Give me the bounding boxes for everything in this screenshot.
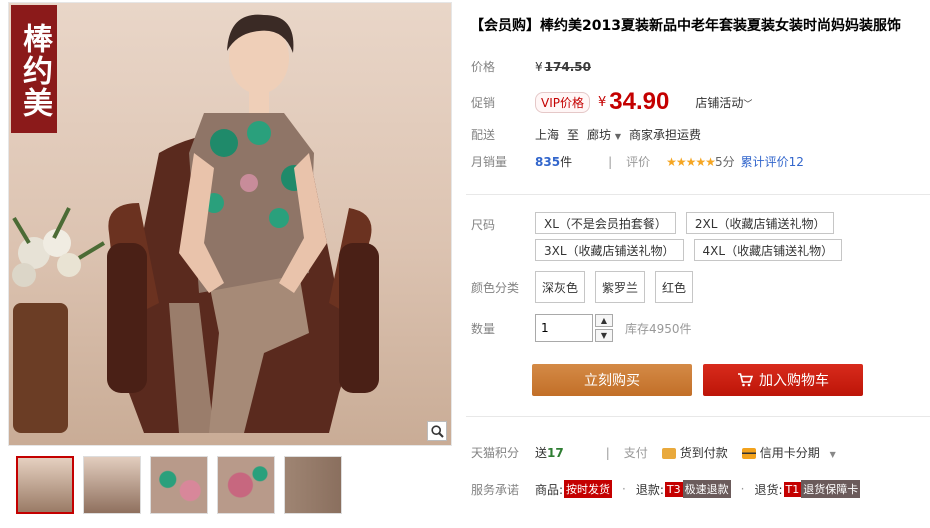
magnifier-icon <box>430 424 444 438</box>
quantity-input[interactable] <box>535 314 593 342</box>
ship-from: 上海 <box>535 128 560 142</box>
caret-down-icon: ▼ <box>614 132 622 141</box>
chevron-down-icon: ﹀ <box>743 99 753 110</box>
original-price: 174.50 <box>544 59 591 74</box>
installment-label: 信用卡分期 <box>759 446 820 460</box>
points-label: 天猫积分 <box>471 446 520 460</box>
store-activity-dropdown[interactable]: 店铺活动﹀ <box>695 94 752 111</box>
service-sep: · <box>622 482 626 496</box>
shipping-row: 配送 上海 至 廊坊 ▼ 商家承担运费 <box>471 126 701 143</box>
color-option-violet[interactable]: 紫罗兰 <box>595 271 646 303</box>
service-return-prefix: 退货: <box>754 482 783 497</box>
size-row: 尺码 XL（不是会员拍套餐） 2XL（收藏店铺送礼物） 3XL（收藏店铺送礼物）… <box>471 212 852 261</box>
promo-currency: ¥ <box>598 94 607 110</box>
thumbnail-1[interactable] <box>16 456 74 514</box>
quantity-down-button[interactable]: ▼ <box>595 329 613 342</box>
promo-label: 促销 <box>471 95 496 110</box>
rating-score: 5分 <box>714 155 735 169</box>
promo-price: 34.90 <box>609 88 670 115</box>
monthly-sales-label: 月销量 <box>471 155 508 169</box>
points-value: 17 <box>547 445 564 460</box>
size-option-2xl[interactable]: 2XL（收藏店铺送礼物） <box>685 212 835 234</box>
fast-refund-badge[interactable]: 极速退款 <box>682 480 731 498</box>
rating-separator: | <box>608 154 613 169</box>
return-guarantee-badge[interactable]: 退货保障卡 <box>801 480 861 498</box>
points-prefix: 送 <box>535 446 548 460</box>
shipping-fee: 商家承担运费 <box>629 128 702 142</box>
color-row: 颜色分类 深灰色 紫罗兰 红色 <box>471 271 703 303</box>
quantity-up-button[interactable]: ▲ <box>595 314 613 327</box>
color-option-red[interactable]: 红色 <box>655 271 694 303</box>
ship-to-word: 至 <box>567 128 580 142</box>
ship-to-select[interactable]: 廊坊 ▼ <box>587 126 621 143</box>
service-label: 服务承诺 <box>471 482 520 497</box>
original-price-row: 价格 ¥ 174.50 <box>471 58 591 75</box>
monthly-sales-unit: 件 <box>560 155 573 169</box>
price-currency: ¥ <box>535 59 543 74</box>
divider <box>466 416 930 417</box>
quantity-row: 数量 ▲ ▼ 库存4950件 <box>471 314 692 342</box>
rating-label: 评价 <box>626 155 651 169</box>
price-label: 价格 <box>471 60 496 74</box>
return-code-badge: T1 <box>783 481 802 497</box>
main-product-image[interactable]: 棒约美 <box>8 2 452 446</box>
thumbnail-2[interactable] <box>83 456 141 514</box>
add-to-cart-button[interactable]: 加入购物车 <box>703 364 863 396</box>
buy-now-label: 立刻购买 <box>584 373 640 389</box>
payment-separator: | <box>605 445 610 460</box>
cod-label: 货到付款 <box>679 446 728 460</box>
thumbnail-strip <box>16 456 342 516</box>
promo-price-row: 促销 VIP价格 ¥ 34.90 店铺活动﹀ <box>471 88 752 116</box>
size-options: XL（不是会员拍套餐） 2XL（收藏店铺送礼物） 3XL（收藏店铺送礼物） 4X… <box>535 212 852 261</box>
stock-count: 库存4950件 <box>625 321 692 336</box>
store-activity-label: 店铺活动 <box>695 95 744 110</box>
size-option-3xl[interactable]: 3XL（收藏店铺送礼物） <box>535 239 684 261</box>
caret-down-icon: ▼ <box>829 450 836 459</box>
credit-card-icon <box>741 448 756 459</box>
ship-to: 廊坊 <box>587 128 612 142</box>
refund-code-badge: T3 <box>664 481 683 497</box>
divider <box>466 194 930 195</box>
payment-label: 支付 <box>623 446 648 460</box>
vip-price-tag: VIP价格 <box>535 91 590 113</box>
thumbnail-3[interactable] <box>150 456 208 514</box>
color-label: 颜色分类 <box>471 280 520 295</box>
add-to-cart-label: 加入购物车 <box>759 373 829 389</box>
quantity-stepper: ▲ ▼ <box>595 314 613 342</box>
review-count-link[interactable]: 累计评价12 <box>741 153 804 170</box>
service-row: 服务承诺 商品: 按时发货 · 退款: T3 极速退款 · 退货: T1 退货保障卡 <box>471 480 861 498</box>
size-label: 尺码 <box>471 218 496 232</box>
brand-tag: 棒约美 <box>11 5 57 133</box>
rating-stars-icon: ★★★★★ <box>666 154 716 169</box>
quantity-label: 数量 <box>471 321 496 336</box>
sales-row: 月销量 835 件 | 评价 ★★★★★ 5分 累计评价12 <box>471 153 804 170</box>
size-option-4xl[interactable]: 4XL（收藏店铺送礼物） <box>693 239 843 261</box>
thumbnail-4[interactable] <box>217 456 275 514</box>
service-goods-prefix: 商品: <box>535 482 564 497</box>
zoom-button[interactable] <box>427 421 447 441</box>
product-title: 【会员购】棒约美2013夏装新品中老年套装夏装女装时尚妈妈装服饰 <box>470 18 901 34</box>
installment-option[interactable]: 信用卡分期 ▼ <box>741 444 836 461</box>
size-option-xl[interactable]: XL（不是会员拍套餐） <box>535 212 676 234</box>
cash-on-delivery-icon <box>661 448 676 459</box>
service-refund-prefix: 退款: <box>635 482 664 497</box>
thumbnail-5[interactable] <box>284 456 342 514</box>
cod-option[interactable]: 货到付款 <box>661 444 728 461</box>
buy-now-button[interactable]: 立刻购买 <box>532 364 692 396</box>
shipping-label: 配送 <box>471 128 496 142</box>
cart-icon <box>738 373 753 387</box>
points-row: 天猫积分 送 17 | 支付 货到付款 信用卡分期 ▼ <box>471 444 836 461</box>
monthly-sales-count: 835 <box>535 154 561 169</box>
service-sep: · <box>740 482 745 496</box>
product-photo <box>12 14 379 433</box>
color-option-dark-grey[interactable]: 深灰色 <box>535 271 586 303</box>
on-time-delivery-badge[interactable]: 按时发货 <box>564 480 613 498</box>
